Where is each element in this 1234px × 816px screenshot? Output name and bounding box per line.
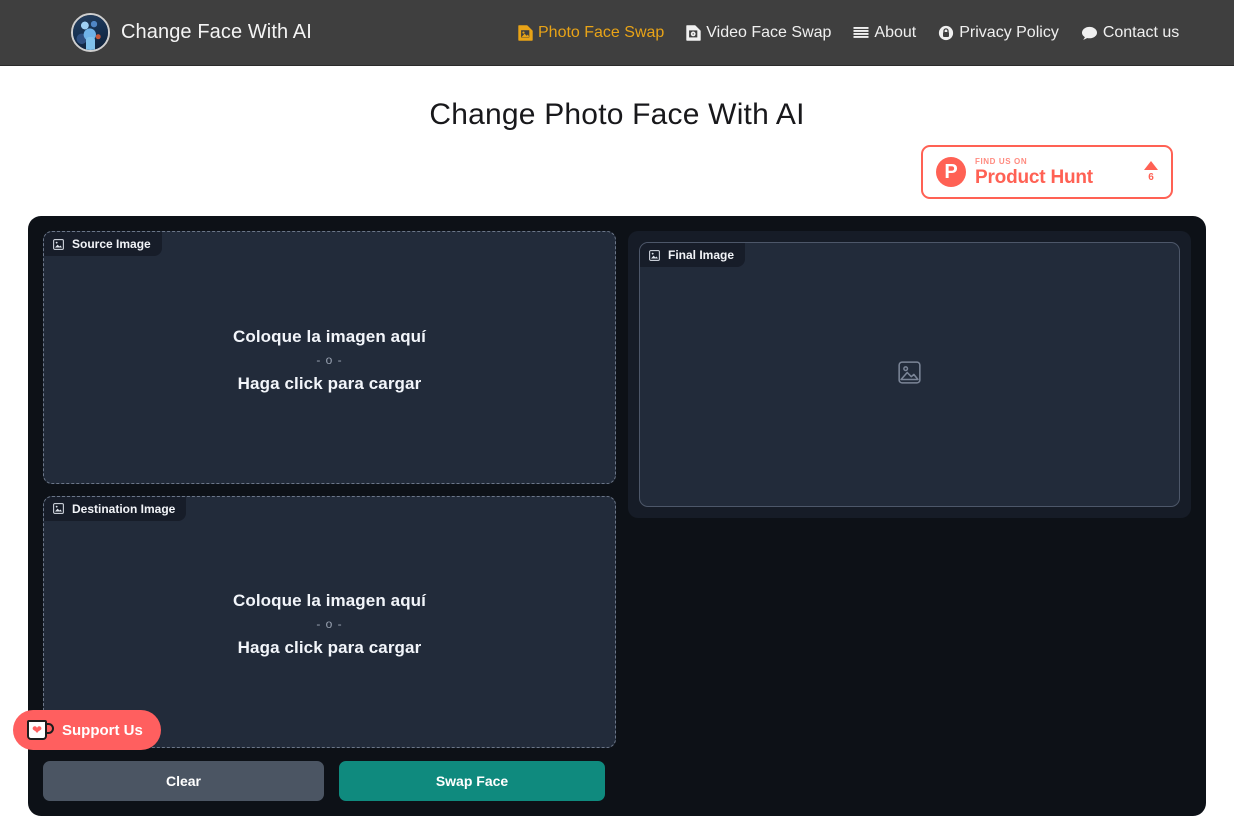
source-drop-text: Coloque la imagen aquí: [232, 326, 426, 346]
destination-dropzone-body: Coloque la imagen aquí - o - Haga click …: [233, 591, 426, 658]
product-hunt-logo-icon: P: [936, 157, 966, 187]
image-placeholder-icon: [53, 238, 64, 250]
panel-tag-label: Source Image: [72, 237, 151, 251]
destination-drop-text: Coloque la imagen aquí: [232, 591, 426, 611]
panel-tag-label: Final Image: [668, 248, 735, 262]
nav-item-label: Contact us: [1102, 24, 1180, 41]
nav-item-label: Video Face Swap: [706, 24, 832, 41]
ai-face-avatar-icon: [71, 13, 110, 52]
nav-item-label: Photo Face Swap: [538, 24, 665, 41]
support-us-label: Support Us: [62, 721, 143, 739]
nav-item-video-face-swap[interactable]: Video Face Swap: [686, 24, 831, 42]
nav-item-privacy-policy[interactable]: Privacy Policy: [938, 24, 1059, 42]
product-hunt-upvote-count: 6: [1148, 172, 1154, 183]
main-navigation: Photo Face Swap Video Face Swap About Pr…: [518, 0, 1179, 66]
page-title: Change Photo Face With AI: [429, 98, 805, 131]
brand-logo[interactable]: Change Face With AI: [71, 13, 312, 52]
lock-circle-icon: [938, 25, 954, 41]
source-click-text: Haga click para cargar: [237, 373, 422, 393]
source-image-tag: Source Image: [44, 232, 162, 256]
product-hunt-text: FIND US ON Product Hunt: [975, 156, 1140, 188]
coffee-cup-heart-icon: ❤: [27, 720, 54, 740]
source-dropzone-body: Coloque la imagen aquí - o - Haga click …: [233, 327, 426, 394]
list-bars-icon: [853, 26, 869, 40]
output-column: Final Image: [628, 231, 1191, 518]
destination-click-text: Haga click para cargar: [237, 638, 422, 658]
brand-title: Change Face With AI: [121, 21, 312, 43]
source-or-text: - o -: [316, 352, 343, 367]
clear-button[interactable]: Clear: [43, 761, 324, 801]
nav-item-label: Privacy Policy: [959, 24, 1059, 41]
image-placeholder-icon: [53, 503, 64, 514]
site-header: Change Face With AI Photo Face Swap Vide…: [0, 0, 1234, 66]
face-swap-app-container: Source Image Coloque la imagen aquí - o …: [28, 216, 1206, 816]
destination-or-text: - o -: [316, 617, 343, 632]
nav-item-contact-us[interactable]: Contact us: [1081, 24, 1179, 42]
product-hunt-subtitle: FIND US ON: [975, 156, 1028, 166]
product-hunt-title: Product Hunt: [975, 166, 1093, 188]
nav-item-photo-face-swap[interactable]: Photo Face Swap: [518, 24, 664, 42]
nav-item-label: About: [874, 24, 917, 41]
final-image-tag: Final Image: [640, 243, 746, 267]
support-us-button[interactable]: ❤ Support Us: [13, 710, 161, 750]
triangle-up-icon: [1144, 161, 1158, 170]
speech-bubble-icon: [1081, 26, 1098, 41]
source-image-dropzone[interactable]: Source Image Coloque la imagen aquí - o …: [43, 231, 616, 484]
action-buttons-row: Clear Swap Face: [43, 761, 616, 801]
panel-tag-label: Destination Image: [72, 501, 176, 516]
nav-item-about[interactable]: About: [853, 24, 916, 42]
product-hunt-upvote[interactable]: 6: [1144, 161, 1158, 183]
destination-image-tag: Destination Image: [44, 496, 187, 521]
swap-face-button[interactable]: Swap Face: [339, 761, 605, 801]
image-placeholder-icon: [649, 249, 660, 261]
product-hunt-badge-wrapper: P FIND US ON Product Hunt 6: [921, 145, 1173, 199]
product-hunt-badge[interactable]: P FIND US ON Product Hunt 6: [921, 145, 1173, 199]
image-placeholder-icon: [898, 360, 921, 389]
file-image-icon: [518, 25, 533, 41]
final-image-panel[interactable]: Final Image: [639, 242, 1180, 507]
file-video-icon: [686, 25, 701, 41]
